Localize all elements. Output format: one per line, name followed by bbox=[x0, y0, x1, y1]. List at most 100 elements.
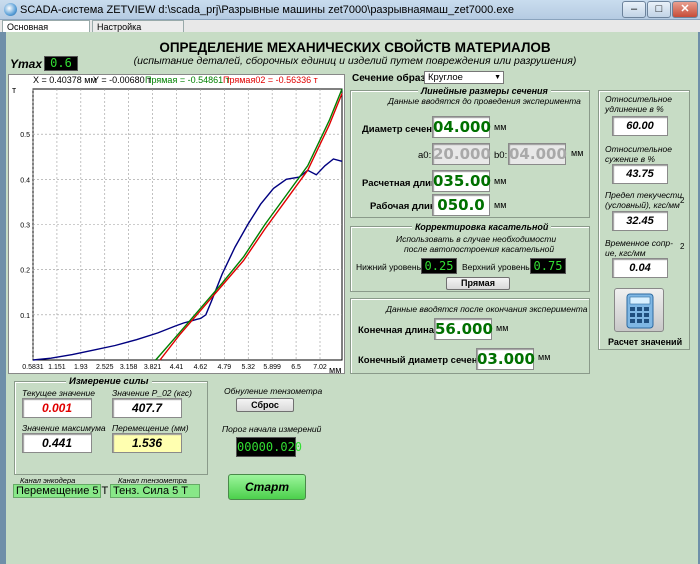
minimize-icon: – bbox=[630, 3, 638, 15]
max-value-label: Значение максимума bbox=[22, 423, 106, 433]
after-experiment-note: Данные вводятся после окончания эксперим… bbox=[386, 304, 588, 314]
tangent-note-2: после автопостроения касательной bbox=[404, 244, 555, 254]
cursor-x-readout: X = 0.40378 мм bbox=[33, 75, 97, 85]
a0-input[interactable]: 20.000 bbox=[432, 143, 491, 165]
calc-length-unit: мм bbox=[494, 176, 507, 186]
b0-input[interactable]: 04.000 bbox=[508, 143, 567, 165]
tenso-reset-label: Обнуление тензометра bbox=[224, 386, 323, 396]
x-tick-label: 1.151 bbox=[48, 364, 66, 371]
close-button[interactable]: ✕ bbox=[672, 1, 698, 18]
x-tick-label: 0.5831 bbox=[22, 364, 44, 371]
section-selected-value: Круглое bbox=[428, 72, 463, 83]
a0-label: a0: bbox=[418, 150, 432, 161]
low-level-label: Нижний уровень bbox=[356, 262, 422, 272]
x-tick-label: 2.525 bbox=[96, 364, 114, 371]
calculate-button[interactable] bbox=[614, 288, 664, 332]
final-diameter-input[interactable]: 03.000 bbox=[476, 348, 535, 370]
start-button[interactable]: Старт bbox=[228, 474, 306, 500]
tangent-title: Корректировка касательной bbox=[412, 222, 552, 232]
b0-unit: мм bbox=[571, 148, 584, 158]
current-value-label: Текущее значение bbox=[22, 388, 95, 398]
y-tick-label: 0.5 bbox=[20, 132, 30, 139]
final-diameter-label: Конечный диаметр сечения: bbox=[358, 355, 493, 366]
calculate-label: Расчет значений bbox=[608, 337, 683, 347]
final-length-label: Конечная длина: bbox=[358, 325, 438, 336]
calc-length-input[interactable]: 035.00 bbox=[432, 170, 491, 192]
p02-field: 407.7 bbox=[112, 398, 182, 418]
chart-grid bbox=[32, 88, 343, 361]
page-subtitle: (испытание деталей, сборочных единиц и и… bbox=[133, 55, 577, 67]
ymax-display[interactable]: 0.6 bbox=[44, 56, 78, 71]
high-level-display[interactable]: 0.75 bbox=[530, 258, 566, 274]
y-axis-label: т bbox=[12, 85, 17, 95]
x-tick-label: 4.62 bbox=[194, 364, 208, 371]
narrowing-label: Относительное сужение в % bbox=[605, 144, 672, 164]
threshold-display[interactable]: 00000.020 bbox=[236, 437, 302, 457]
tab-main-page[interactable]: Основная страница bbox=[2, 20, 90, 44]
x-tick-label: 6.5 bbox=[291, 364, 301, 371]
yield-unit-superscript: 2 bbox=[680, 196, 685, 205]
tenso-channel-select[interactable]: Тенз. Сила 5 Т bbox=[110, 484, 200, 498]
x-tick-label: 5.899 bbox=[263, 364, 281, 371]
tangent-note-1: Использовать в случае необходимости bbox=[396, 234, 557, 244]
b0-label: b0: bbox=[494, 150, 508, 161]
title-bar: SCADA-система ZETVIEW d:\scada_prj\Разры… bbox=[0, 0, 700, 20]
diameter-input[interactable]: 04.000 bbox=[432, 116, 491, 138]
p02-label: Значение Р_02 (кгс) bbox=[112, 388, 192, 398]
x-tick-label: 7.02 bbox=[313, 364, 327, 371]
reset-button[interactable]: Сброс bbox=[236, 398, 294, 412]
final-length-input[interactable]: 56.000 bbox=[434, 318, 493, 340]
current-value-field: 0.001 bbox=[22, 398, 92, 418]
final-diameter-unit: мм bbox=[538, 352, 551, 362]
elongation-label: Относительное удлинение в % bbox=[605, 94, 672, 114]
tab-settings[interactable]: Настройка параметров bbox=[92, 20, 184, 44]
high-level-label: Верхний уровень bbox=[462, 262, 530, 272]
x-tick-label: 5.32 bbox=[241, 364, 255, 371]
cursor-y-readout: Y = -0.00680 т bbox=[93, 75, 152, 85]
y-tick-label: 0.2 bbox=[20, 268, 30, 275]
chart-svg: 0.5831 1.151 1.93 2.525 3.158 3.821 4.41 4.62 4.… bbox=[20, 88, 343, 371]
chevron-down-icon: ▼ bbox=[494, 74, 501, 81]
elongation-value: 60.00 bbox=[612, 116, 668, 136]
final-length-unit: мм bbox=[496, 323, 509, 333]
max-value-field: 0.441 bbox=[22, 433, 92, 453]
yield-label: Предел текучести (условный), кгс/мм bbox=[605, 190, 682, 210]
app-icon bbox=[4, 3, 17, 16]
displacement-label: Перемещение (мм) bbox=[112, 423, 189, 433]
x-tick-label: 1.93 bbox=[74, 364, 88, 371]
temporary-resistance-value: 0.04 bbox=[612, 258, 668, 278]
y-tick-label: 0.1 bbox=[20, 313, 30, 320]
line2-readout: Прямая02 = -0.56336 т bbox=[223, 75, 318, 85]
diameter-unit: мм bbox=[494, 122, 507, 132]
line1-readout: Прямая = -0.54861 т bbox=[145, 75, 230, 85]
encoder-channel-select[interactable]: Перемещение 5 Т bbox=[13, 484, 108, 498]
x-tick-label: 3.821 bbox=[144, 364, 162, 371]
section-select[interactable]: Круглое ▼ bbox=[424, 71, 504, 84]
narrowing-value: 43.75 bbox=[612, 164, 668, 184]
y-tick-label: 0.4 bbox=[20, 177, 30, 184]
yield-value: 32.45 bbox=[612, 211, 668, 231]
plot-area bbox=[32, 88, 343, 361]
temporary-resistance-superscript: 2 bbox=[680, 242, 685, 251]
minimize-button[interactable]: – bbox=[622, 1, 646, 18]
force-displacement-chart[interactable]: 0.5831 1.151 1.93 2.525 3.158 3.821 4.41 4.62 4.… bbox=[8, 74, 345, 375]
window-title: SCADA-система ZETVIEW d:\scada_prj\Разры… bbox=[20, 4, 515, 16]
low-level-display[interactable]: 0.25 bbox=[421, 258, 457, 274]
force-panel-title: Измерение силы bbox=[66, 376, 152, 387]
calculator-icon bbox=[626, 293, 654, 329]
x-tick-label: 3.158 bbox=[120, 364, 138, 371]
work-length-input[interactable]: 050.0 bbox=[432, 194, 490, 216]
threshold-label: Порог начала измерений bbox=[222, 424, 322, 434]
close-icon: ✕ bbox=[680, 3, 690, 15]
displacement-field: 1.536 bbox=[112, 433, 182, 453]
x-axis-label: мм bbox=[329, 365, 342, 375]
maximize-button[interactable]: □ bbox=[647, 1, 671, 18]
tangent-line-button[interactable]: Прямая bbox=[446, 277, 510, 290]
linear-dimensions-title: Линейные размеры сечения bbox=[418, 86, 551, 96]
tab-bar: Основная страница Настройка параметров bbox=[0, 20, 700, 44]
temporary-resistance-label: Временное сопр-ие, кгс/мм bbox=[605, 238, 673, 258]
maximize-icon: □ bbox=[655, 3, 663, 15]
x-tick-label: 4.79 bbox=[218, 364, 232, 371]
work-length-unit: мм bbox=[494, 200, 507, 210]
ymax-label: Ymax bbox=[10, 57, 43, 71]
